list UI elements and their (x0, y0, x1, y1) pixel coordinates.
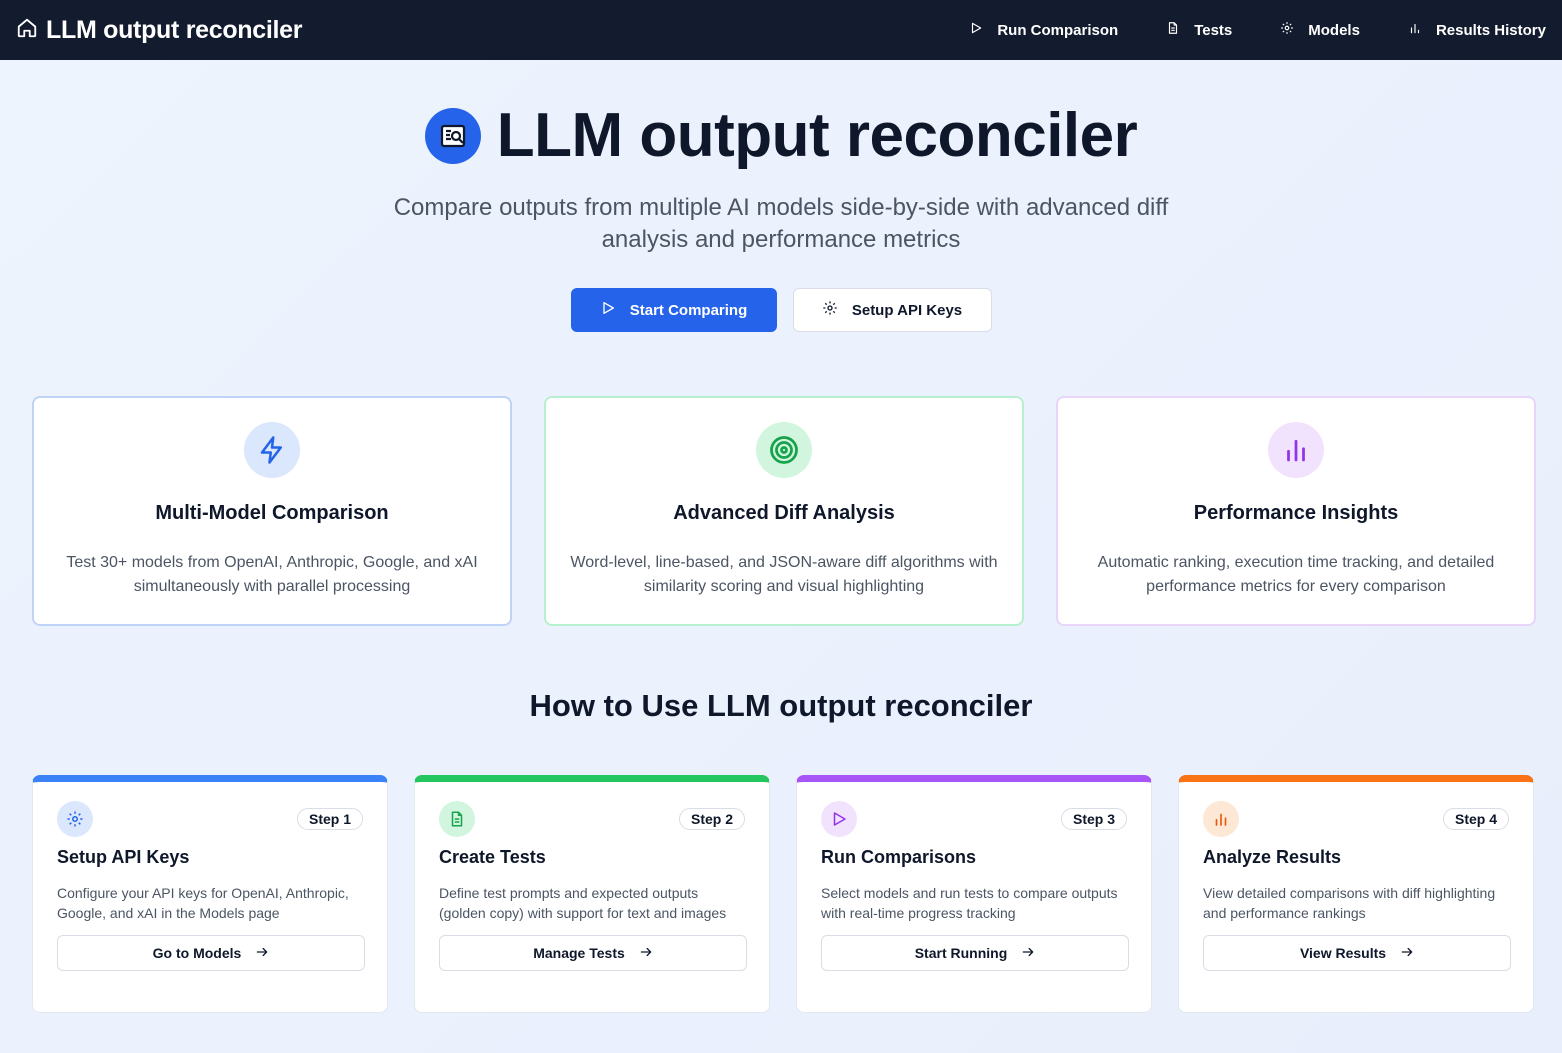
start-running-button[interactable]: Start Running (821, 935, 1129, 971)
home-link[interactable]: LLM output reconciler (16, 15, 303, 45)
start-comparing-button[interactable]: Start Comparing (570, 288, 777, 332)
step-badge: Step 3 (1060, 808, 1127, 830)
play-icon (969, 21, 983, 39)
nav-run-comparison[interactable]: Run Comparison (969, 21, 1118, 39)
bar-chart-icon (1408, 21, 1422, 39)
bar-chart-icon (1268, 422, 1324, 478)
bar-chart-icon (1203, 801, 1239, 837)
gear-icon (822, 300, 838, 320)
step-badge: Step 1 (296, 808, 363, 830)
app-logo-icon (424, 107, 481, 164)
feature-cards: Multi-Model Comparison Test 30+ models f… (32, 396, 1536, 626)
step-card-3: Step 3 Run Comparisons Select models and… (796, 775, 1152, 1013)
step-desc: View detailed comparisons with diff high… (1203, 885, 1496, 921)
nav-tests-label: Tests (1194, 21, 1233, 39)
setup-api-keys-label: Setup API Keys (851, 301, 963, 319)
view-results-label: View Results (1299, 945, 1387, 961)
view-results-button[interactable]: View Results (1203, 935, 1511, 971)
step-card-2: Step 2 Create Tests Define test prompts … (414, 775, 770, 1013)
step-badge: Step 4 (1442, 808, 1509, 830)
nav-results-history-label: Results History (1435, 21, 1546, 39)
step-title: Setup API Keys (57, 847, 190, 867)
step-desc: Configure your API keys for OpenAI, Anth… (57, 885, 349, 921)
nav-models[interactable]: Models (1280, 21, 1360, 39)
step-title: Analyze Results (1203, 847, 1342, 867)
feature-desc: Word-level, line-based, and JSON-aware d… (570, 554, 998, 595)
feature-title: Multi-Model Comparison (155, 502, 389, 524)
document-icon (1166, 21, 1180, 39)
play-icon (600, 300, 616, 320)
hero-subtitle: Compare outputs from multiple AI models … (393, 194, 1169, 253)
setup-api-keys-button[interactable]: Setup API Keys (792, 288, 992, 332)
step-title: Create Tests (439, 847, 546, 867)
nav-models-label: Models (1308, 21, 1360, 39)
start-running-label: Start Running (914, 945, 1008, 961)
play-icon (821, 801, 857, 837)
nav-results-history[interactable]: Results History (1408, 21, 1546, 39)
arrow-right-icon (1400, 945, 1414, 962)
feature-desc: Test 30+ models from OpenAI, Anthropic, … (66, 554, 478, 595)
main-nav: Run Comparison Tests Models Results Hist… (921, 0, 1546, 60)
step-desc: Define test prompts and expected outputs… (439, 885, 727, 921)
go-to-models-label: Go to Models (152, 945, 242, 961)
arrow-right-icon (639, 945, 653, 962)
feature-card-performance: Performance Insights Automatic ranking, … (1056, 396, 1536, 626)
step-card-4: Step 4 Analyze Results View detailed com… (1178, 775, 1534, 1013)
gear-icon (57, 801, 93, 837)
nav-run-comparison-label: Run Comparison (997, 21, 1119, 39)
step-desc: Select models and run tests to compare o… (821, 885, 1118, 921)
lightning-icon (244, 422, 300, 478)
feature-card-multi-model: Multi-Model Comparison Test 30+ models f… (32, 396, 512, 626)
arrow-right-icon (1021, 945, 1035, 962)
target-icon (756, 422, 812, 478)
howto-steps: Step 1 Setup API Keys Configure your API… (32, 775, 1534, 1013)
hero-actions: Start Comparing Setup API Keys (0, 288, 1562, 332)
step-badge: Step 2 (678, 808, 745, 830)
feature-title: Advanced Diff Analysis (673, 502, 895, 524)
howto-title: How to Use LLM output reconciler (529, 688, 1033, 723)
top-navbar: LLM output reconciler Run Comparison Tes… (0, 0, 1562, 60)
manage-tests-button[interactable]: Manage Tests (439, 935, 747, 971)
feature-title: Performance Insights (1193, 502, 1399, 524)
step-title: Run Comparisons (821, 847, 977, 867)
feature-card-diff-analysis: Advanced Diff Analysis Word-level, line-… (544, 396, 1024, 626)
nav-tests[interactable]: Tests (1166, 21, 1232, 39)
hero-title: LLM output reconciler (496, 101, 1138, 170)
step-card-1: Step 1 Setup API Keys Configure your API… (32, 775, 388, 1013)
gear-icon (1280, 21, 1294, 39)
arrow-right-icon (255, 945, 269, 962)
go-to-models-button[interactable]: Go to Models (57, 935, 365, 971)
manage-tests-label: Manage Tests (533, 945, 625, 961)
feature-desc: Automatic ranking, execution time tracki… (1097, 554, 1495, 595)
document-icon (439, 801, 475, 837)
hero-heading: LLM output reconciler (0, 100, 1562, 171)
start-comparing-label: Start Comparing (629, 301, 748, 319)
app-title: LLM output reconciler (46, 15, 303, 44)
home-icon (16, 17, 38, 44)
